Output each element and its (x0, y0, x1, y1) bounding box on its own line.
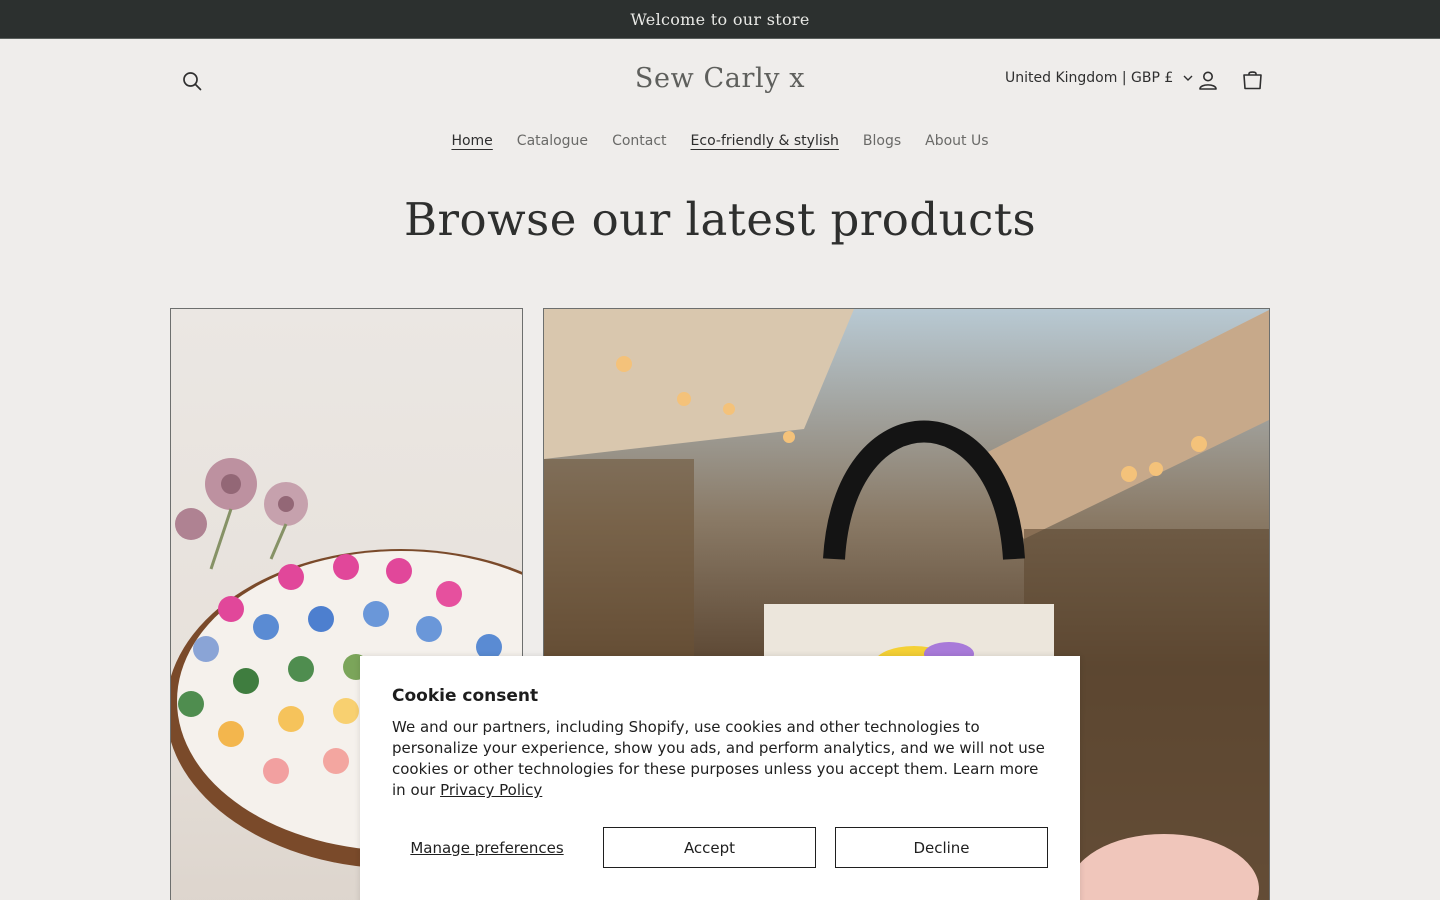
decline-button[interactable]: Decline (835, 827, 1048, 868)
cookie-consent-title: Cookie consent (392, 686, 539, 706)
announcement-text: Welcome to our store (630, 9, 810, 29)
account-button[interactable] (1194, 66, 1222, 94)
nav-item-eco-friendly[interactable]: Eco-friendly & stylish (679, 133, 851, 149)
account-icon (1199, 71, 1217, 90)
manage-preferences-link[interactable]: Manage preferences (392, 827, 582, 868)
country-selector-label: United Kingdom | GBP £ (1005, 70, 1174, 86)
site-header: Sew Carly x United Kingdom | GBP £ (0, 39, 1440, 123)
accept-button[interactable]: Accept (603, 827, 816, 868)
nav-item-catalogue[interactable]: Catalogue (505, 133, 600, 149)
chevron-down-icon (1183, 75, 1193, 81)
cookie-consent-actions: Manage preferences Accept Decline (392, 827, 1048, 868)
country-selector[interactable]: United Kingdom | GBP £ (1005, 70, 1193, 86)
privacy-policy-link[interactable]: Privacy Policy (440, 781, 542, 799)
cookie-consent-body: We and our partners, including Shopify, … (392, 717, 1048, 801)
store-logo[interactable]: Sew Carly x (635, 63, 805, 94)
announcement-bar: Welcome to our store (0, 0, 1440, 39)
nav-item-about-us[interactable]: About Us (913, 133, 1000, 149)
nav-item-contact[interactable]: Contact (600, 133, 678, 149)
main-nav: Home Catalogue Contact Eco-friendly & st… (0, 123, 1440, 179)
nav-item-home[interactable]: Home (439, 133, 504, 149)
page-headline: Browse our latest products (403, 193, 1037, 246)
nav-item-blogs[interactable]: Blogs (851, 133, 913, 149)
cart-icon (1242, 71, 1262, 90)
cookie-consent-dialog: Cookie consent We and our partners, incl… (360, 656, 1080, 900)
cart-button[interactable] (1238, 66, 1266, 94)
